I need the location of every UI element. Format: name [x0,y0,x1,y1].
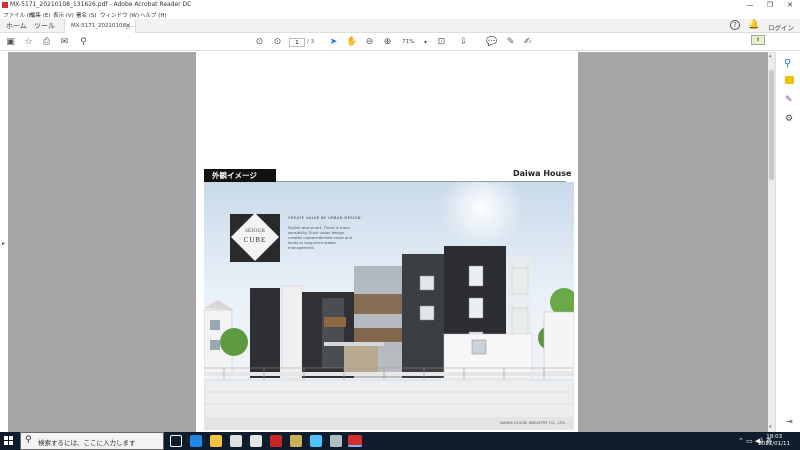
copyright-footer: DAIWA HOUSE INDUSTRY CO., LTD. [499,420,566,425]
tab-document[interactable]: MX-5171_20210108_... ✕ [64,19,136,33]
windows-taskbar: ⚲ 検索するには、ここに入力します ⌃ ▭ ◀) あ 18:03 2021/01… [0,432,800,450]
task-view-icon[interactable] [170,435,182,447]
maximize-button[interactable]: ❐ [760,0,780,10]
zoom-out-icon[interactable]: ⊖ [364,37,375,48]
taskbar-clock[interactable]: 18:03 2021/01/11 [758,434,790,448]
tagline: CREATE VALUE BY URBAN DESIGN [288,215,361,220]
tab-home[interactable]: ホーム [6,19,27,33]
bookmark-star-icon[interactable]: ☆ [23,37,34,48]
toolbar: ▣ ☆ ⎙ ✉ ⚲ ⊙ ⊙ 1 / 3 ➤ ✋ ⊖ ⊕ 71% ▾ ⊡ ⇩ 💬 … [0,33,800,51]
scroll-mode-icon[interactable]: ⇩ [458,37,469,48]
menu-view[interactable]: 表示 (V) [53,11,74,19]
sejour-cube-logo: SÉJOUR CUBE [230,212,280,262]
fit-page-icon[interactable]: ⊡ [436,37,447,48]
windows-start-icon[interactable] [4,436,14,446]
internet-explorer-icon[interactable] [310,435,322,447]
sign-icon[interactable]: ✍ [522,37,533,48]
tab-bar: ホーム ツール MX-5171_20210108_... ✕ ? 🔔 ログイン [0,19,800,33]
app-red-icon[interactable] [270,435,282,447]
search-placeholder: 検索するには、ここに入力します [38,439,136,447]
expand-left-panel-icon[interactable]: ▸ [2,240,5,247]
close-button[interactable]: ✕ [780,0,800,10]
menu-edit[interactable]: 編集 (E) [30,11,51,19]
menu-bar: ファイル (F) 編集 (E) 表示 (V) 署名 (S) ウィンドウ (W) … [0,10,800,19]
comment-tool-icon[interactable] [785,76,794,84]
clock-time: 18:03 [766,434,783,440]
bell-icon[interactable]: 🔔 [748,20,759,30]
next-page-icon[interactable]: ⊙ [272,37,283,48]
select-cursor-icon[interactable]: ➤ [328,37,339,48]
search-tool-icon[interactable]: ⚲ [784,58,791,69]
save-icon[interactable]: ▣ [5,37,16,48]
app-yellow-icon[interactable] [290,435,302,447]
fill-sign-tool-icon[interactable]: ✎ [785,95,793,105]
zoom-level[interactable]: 71% [402,39,414,45]
app-grey-icon[interactable] [330,435,342,447]
menu-sign[interactable]: 署名 (S) [76,11,97,19]
store-icon[interactable] [230,435,242,447]
help-icon[interactable]: ? [730,20,740,30]
minimize-button[interactable]: — [740,0,760,10]
more-tools-icon[interactable]: ⚙ [785,114,793,124]
scroll-down-icon[interactable]: ▾ [769,424,772,430]
scrollbar-thumb[interactable] [769,70,774,180]
acrobat-taskbar-icon[interactable] [348,435,362,447]
edge-browser-icon[interactable] [190,435,202,447]
building-rendering: SÉJOUR CUBE CREATE VALUE BY URBAN DESIGN… [204,182,574,430]
scroll-up-icon[interactable]: ▴ [769,53,772,59]
exterior-image-heading: 外観イメージ [204,169,276,182]
comment-icon[interactable]: 💬 [486,37,497,48]
menu-help[interactable]: ヘルプ (H) [140,11,167,19]
zoom-in-icon[interactable]: ⊕ [382,37,393,48]
prev-page-icon[interactable]: ⊙ [254,37,265,48]
daiwa-house-logo: Daiwa House [513,169,572,178]
tab-tools[interactable]: ツール [34,19,55,33]
left-panel-edge: ▸ [0,52,8,432]
share-icon[interactable]: ⇪ [751,35,765,45]
page-total: / 3 [307,39,315,45]
print-icon[interactable]: ⎙ [41,37,52,48]
right-tools-panel: ⚲ ✎ ⚙ ⇥ [775,52,800,432]
menu-window[interactable]: ウィンドウ (W) [100,11,139,19]
zoom-dropdown-icon[interactable]: ▾ [420,37,431,48]
window-title: MX-5171_20210108_131626.pdf - Adobe Acro… [10,1,192,8]
email-icon[interactable]: ✉ [59,37,70,48]
page-number-input[interactable]: 1 [289,38,305,47]
search-icon: ⚲ [25,435,32,445]
highlight-pen-icon[interactable]: ✎ [505,37,516,48]
file-explorer-icon[interactable] [210,435,222,447]
clock-date: 2021/01/11 [758,441,790,447]
search-icon[interactable]: ⚲ [78,37,89,48]
hand-tool-icon[interactable]: ✋ [346,37,357,48]
pdf-page: 外観イメージ Daiwa House SÉJOUR CUBE CREATE VA… [196,52,578,432]
login-button[interactable]: ログイン [768,22,794,32]
title-bar: MX-5171_20210108_131626.pdf - Adobe Acro… [0,0,800,10]
collapse-tools-icon[interactable]: ⇥ [786,417,793,426]
acrobat-icon [2,2,8,8]
logo-line-1: SÉJOUR [244,228,266,234]
description: Stylish and smart. There is more sensibi… [288,225,353,250]
tab-close-icon[interactable]: ✕ [125,19,131,33]
mail-icon[interactable] [250,435,262,447]
logo-line-2: CUBE [243,236,267,244]
taskbar-search-box[interactable]: ⚲ 検索するには、ここに入力します [20,432,164,450]
